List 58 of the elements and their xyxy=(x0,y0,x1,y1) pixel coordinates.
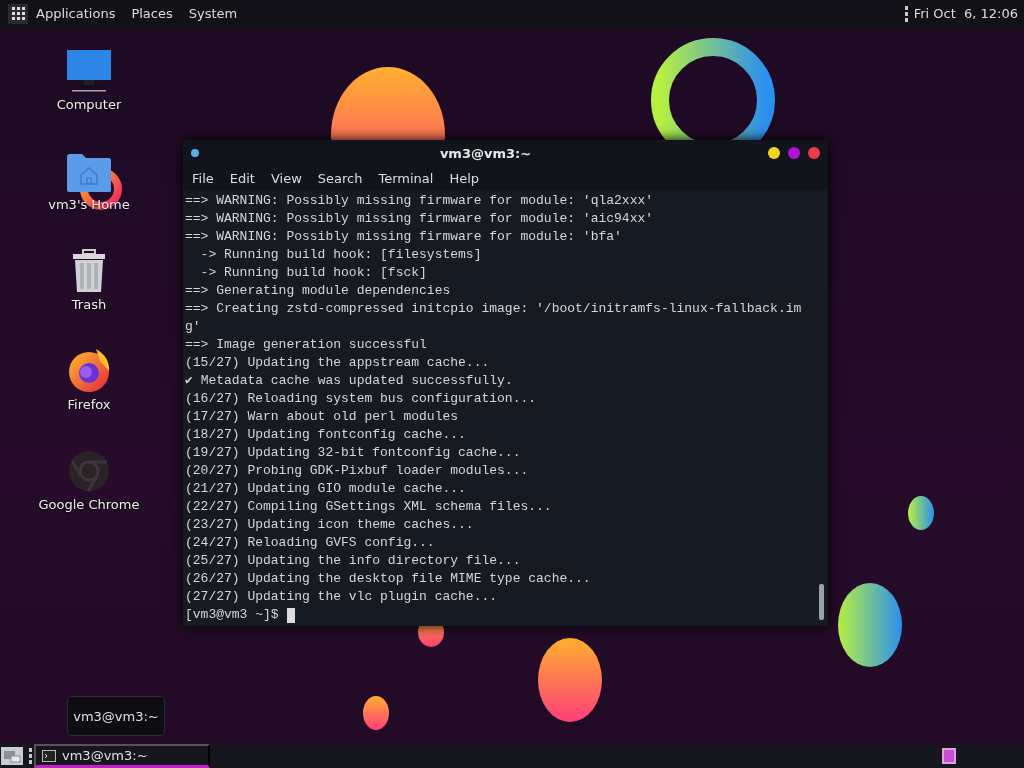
terminal-line: (15/27) Updating the appstream cache... xyxy=(185,354,491,372)
trash-icon xyxy=(72,249,106,293)
terminal-line: ✔ Metadata cache was updated successfully. xyxy=(185,372,514,390)
terminal-line: -> Running build hook: [filesystems] xyxy=(199,246,483,264)
menu-item[interactable]: Terminal xyxy=(370,170,442,186)
panel-menu[interactable]: System xyxy=(180,6,246,21)
terminal-line: (25/27) Updating the info directory file... xyxy=(185,552,522,570)
menu-item[interactable]: Help xyxy=(441,170,488,186)
monitor-icon xyxy=(66,49,112,93)
home-folder-icon xyxy=(66,153,112,193)
panel-menu[interactable]: Places xyxy=(123,6,181,21)
terminal-line: (26/27) Updating the desktop file MIME type cache... xyxy=(185,570,592,588)
terminal-line: ==> Generating module dependencies xyxy=(185,282,452,300)
terminal-line: (19/27) Updating 32-bit fontconfig cache... xyxy=(185,444,522,462)
text-cursor xyxy=(286,607,295,623)
terminal-line: (27/27) Updating the vlc plugin cache... xyxy=(185,588,499,606)
maximize-button[interactable] xyxy=(788,147,800,159)
panel-handle-icon[interactable] xyxy=(904,5,908,22)
terminal-line: (21/27) Updating GIO module cache... xyxy=(185,480,467,498)
panel-menu[interactable]: Applications xyxy=(28,6,124,21)
terminal-line: ==> Image generation successful xyxy=(185,336,428,354)
terminal-line: ==> Creating zstd-compressed initcpio image: '/boot/initramfs-linux-fallback.im xyxy=(185,300,803,318)
terminal-line: -> Running build hook: [fsck] xyxy=(199,264,428,282)
taskbar-handle-icon[interactable] xyxy=(29,748,32,764)
minimize-button[interactable] xyxy=(768,147,780,159)
menu-item[interactable]: View xyxy=(262,170,310,186)
terminal-icon xyxy=(42,749,56,762)
browser-icon xyxy=(67,449,111,493)
scrollbar-thumb[interactable] xyxy=(819,584,824,620)
desktop-icon-label[interactable]: Firefox xyxy=(67,397,111,412)
close-button[interactable] xyxy=(808,147,820,159)
terminal-line: ==> WARNING: Possibly missing firmware for module: 'bfa' xyxy=(185,228,623,246)
shell-prompt: [vm3@vm3 ~]$ xyxy=(185,606,279,624)
desktop-icon-label[interactable]: Google Chrome xyxy=(38,497,140,512)
desktop-icon-label[interactable]: Computer xyxy=(56,97,122,112)
taskbar-button[interactable]: vm3@vm3:~ xyxy=(34,744,210,768)
terminal-line: (22/27) Compiling GSettings XML schema files... xyxy=(185,498,553,516)
terminal-line: (20/27) Probing GDK-Pixbuf loader modules... xyxy=(185,462,530,480)
browser-icon xyxy=(66,347,112,393)
clock[interactable]: Fri Oct 6, 12:06 xyxy=(913,6,1018,21)
tooltip: vm3@vm3:~ xyxy=(67,696,165,736)
terminal-line: ==> WARNING: Possibly missing firmware for module: 'aic94xx' xyxy=(185,210,655,228)
terminal-line: ==> WARNING: Possibly missing firmware for module: 'qla2xxx' xyxy=(185,192,655,210)
menu-item[interactable]: File xyxy=(184,170,222,186)
window-title: vm3@vm3:~ xyxy=(438,145,533,161)
window-menu-icon[interactable] xyxy=(191,149,199,157)
terminal-line: (16/27) Reloading system bus configuration... xyxy=(185,390,538,408)
terminal-line: (24/27) Reloading GVFS config... xyxy=(185,534,436,552)
terminal-line: (17/27) Warn about old perl modules xyxy=(185,408,460,426)
desktop-icon-label[interactable]: Trash xyxy=(71,297,107,312)
app-grid-icon[interactable] xyxy=(8,3,28,24)
show-desktop-icon[interactable] xyxy=(1,747,23,765)
menu-item[interactable]: Edit xyxy=(221,170,263,186)
workspace-switcher[interactable] xyxy=(942,748,956,764)
terminal-line: g' xyxy=(185,318,202,336)
terminal-line: (23/27) Updating icon theme caches... xyxy=(185,516,475,534)
terminal-line: (18/27) Updating fontconfig cache... xyxy=(185,426,467,444)
menu-item[interactable]: Search xyxy=(309,170,371,186)
